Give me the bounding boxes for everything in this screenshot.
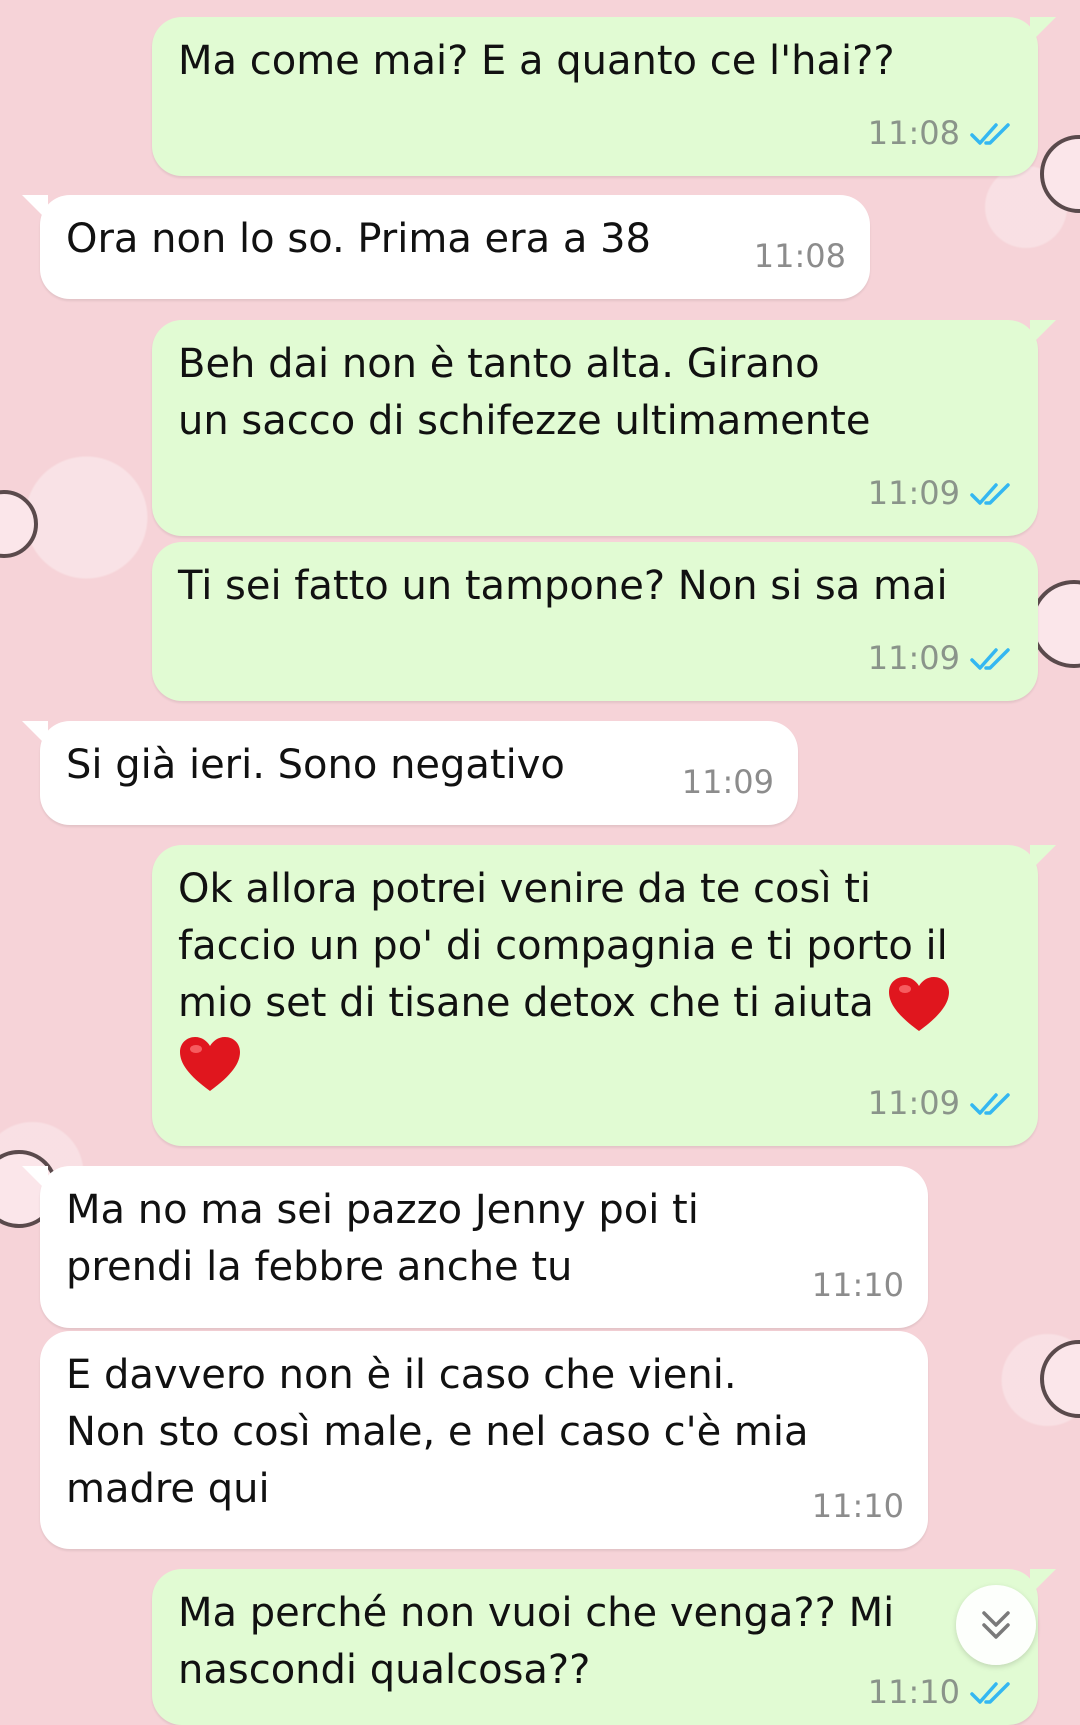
message-meta: 11:09 <box>682 754 774 811</box>
double-check-icon <box>970 482 1010 505</box>
message-outgoing[interactable]: Ma come mai? E a quanto ce l'hai?? 11:08 <box>152 17 1056 176</box>
message-incoming[interactable]: Si già ieri. Sono negativo 11:09 <box>22 721 798 825</box>
message-time: 11:09 <box>867 639 960 677</box>
message-meta: 11:09 <box>868 630 1014 687</box>
wallpaper-doodle <box>1040 135 1080 213</box>
message-incoming[interactable]: E davvero non è il caso che vieni. Non s… <box>40 1331 928 1549</box>
message-text: Ti sei fatto un tampone? Non si sa mai <box>178 563 948 609</box>
message-time: 11:10 <box>811 1487 904 1525</box>
message-outgoing[interactable]: Ok allora potrei venire da te così ti fa… <box>152 845 1056 1146</box>
message-time: 11:09 <box>867 1084 960 1122</box>
wallpaper-doodle <box>1040 1340 1080 1418</box>
message-meta: 11:10 <box>812 1478 904 1535</box>
message-meta: 11:08 <box>754 228 846 285</box>
message-meta: 11:09 <box>868 1075 1014 1132</box>
message-time: 11:09 <box>867 474 960 512</box>
message-text: Beh dai non è tanto alta. Girano un sacc… <box>178 341 871 444</box>
wallpaper-doodle <box>0 490 38 558</box>
message-time: 11:10 <box>867 1673 960 1711</box>
message-text: Ma come mai? E a quanto ce l'hai?? <box>178 38 895 84</box>
message-time: 11:08 <box>753 237 846 275</box>
red-heart-emoji <box>888 977 949 1031</box>
message-incoming[interactable]: Ma no ma sei pazzo Jenny poi ti prendi l… <box>22 1166 928 1328</box>
message-text: Ma no ma sei pazzo Jenny poi ti prendi l… <box>66 1187 699 1290</box>
double-check-icon <box>970 1092 1010 1115</box>
message-time: 11:08 <box>867 114 960 152</box>
message-outgoing[interactable]: Beh dai non è tanto alta. Girano un sacc… <box>152 320 1056 536</box>
message-meta: 11:09 <box>868 465 1014 522</box>
message-meta: 11:10 <box>868 1664 1014 1721</box>
double-check-icon <box>970 1681 1010 1704</box>
message-outgoing[interactable]: Ti sei fatto un tampone? Non si sa mai 1… <box>152 542 1038 701</box>
message-time: 11:09 <box>681 763 774 801</box>
double-check-icon <box>970 122 1010 145</box>
message-text: Ok allora potrei venire da te così ti fa… <box>178 861 1012 1095</box>
red-heart-emoji <box>180 1037 240 1091</box>
message-body: Ok allora potrei venire da te così ti fa… <box>178 866 948 1026</box>
scroll-to-bottom-button[interactable] <box>956 1585 1036 1665</box>
message-time: 11:10 <box>811 1266 904 1304</box>
message-text: E davvero non è il caso che vieni. Non s… <box>66 1352 809 1512</box>
double-check-icon <box>970 647 1010 670</box>
message-text: Ora non lo so. Prima era a 38 <box>66 216 651 262</box>
message-text: Si già ieri. Sono negativo <box>66 742 565 788</box>
message-meta: 11:10 <box>812 1257 904 1314</box>
chevron-double-down-icon <box>982 1611 1010 1639</box>
message-meta: 11:08 <box>868 105 1014 162</box>
message-outgoing[interactable]: Ma perché non vuoi che venga?? Mi nascon… <box>152 1569 1056 1725</box>
message-incoming[interactable]: Ora non lo so. Prima era a 38 11:08 <box>22 195 870 299</box>
